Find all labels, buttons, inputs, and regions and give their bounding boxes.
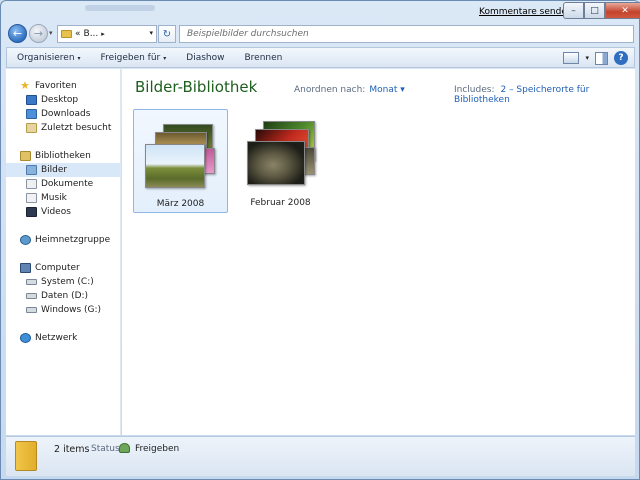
sidebar-item-label: Favoriten [35,81,77,91]
sidebar-item-pictures[interactable]: Bilder [6,163,121,177]
sidebar-item-label: Dokumente [41,179,94,189]
sidebar-item-drive-d[interactable]: Daten (D:) [6,289,121,303]
maximize-button[interactable]: □ [584,2,605,19]
drive-icon [26,307,37,313]
caption-buttons: – □ ✕ [563,2,640,19]
folder-item[interactable]: März 2008 [133,109,228,213]
sidebar-item-label: Computer [35,263,80,273]
sidebar-item-videos[interactable]: Videos [6,205,121,219]
forward-button[interactable]: → [29,24,48,43]
chevron-down-icon: ▾ [77,54,81,62]
recent-pages-dropdown[interactable]: ▾ [49,29,53,37]
libraries-icon [20,151,31,161]
close-button[interactable]: ✕ [605,2,640,19]
sidebar-item-downloads[interactable]: Downloads [6,107,121,121]
videos-icon [26,207,37,217]
explorer-window: Kommentare senden – □ ✕ ← → ▾ « B... ▸ ▾… [0,0,640,480]
desktop-icon [26,95,37,105]
pictures-icon [26,165,37,175]
address-bar[interactable]: « B... ▸ ▾ [57,25,157,43]
stacked-photo [246,141,305,185]
photo-stack-thumbnail [241,117,321,193]
folder-item-label: Februar 2008 [250,198,311,208]
sidebar-item-label: Desktop [41,95,79,105]
organize-label: Organisieren [17,52,75,63]
preview-pane-icon[interactable] [595,51,608,65]
music-icon [26,193,37,203]
window-title-blurred [85,5,155,11]
back-button[interactable]: ← [8,24,27,43]
burn-button[interactable]: Brennen [234,53,292,63]
help-icon[interactable]: ? [614,51,628,65]
arrange-dropdown[interactable]: Monat ▾ [369,85,404,95]
sidebar-item-music[interactable]: Musik [6,191,121,205]
command-bar: Organisieren ▾ Freigeben für ▾ Diashow Bre… [6,47,635,68]
documents-icon [26,179,37,189]
sidebar-item-label: Downloads [41,109,91,119]
folder-item-label: März 2008 [156,199,205,209]
shared-users-icon [119,443,130,453]
computer-icon [20,263,31,273]
address-prefix[interactable]: « [75,29,81,39]
drive-icon [26,279,37,285]
organize-button[interactable]: Organisieren ▾ [7,53,91,63]
minimize-button[interactable]: – [563,2,584,19]
downloads-icon [26,109,37,119]
search-input[interactable]: Beispielbilder durchsuchen [179,25,634,43]
star-icon: ★ [20,79,30,92]
share-label: Freigeben für [100,52,161,63]
share-button[interactable]: Freigeben für ▾ [91,53,177,63]
sidebar-item-label: Heimnetzgruppe [35,235,111,245]
library-folder-icon [15,441,37,471]
sidebar-item-label: Netzwerk [35,333,78,343]
stacked-photo [144,144,205,188]
sidebar-item-label: Videos [41,207,71,217]
sidebar-item-drive-g[interactable]: Windows (G:) [6,303,121,317]
status-value: Freigeben [135,444,180,454]
sidebar-item-label: System (C:) [41,277,94,287]
includes-info: Includes: 2 – Speicherorte für Bibliothek… [454,85,635,105]
sidebar-item-label: Musik [41,193,67,203]
status-label: Status: [91,444,123,454]
refresh-button[interactable]: ↻ [158,25,176,43]
view-controls: ▾ ? [563,51,628,65]
sidebar-item-label: Windows (G:) [41,305,102,315]
view-dropdown-icon[interactable]: ▾ [585,54,589,62]
drive-icon [26,293,37,299]
address-segment[interactable]: B... [84,29,99,39]
sidebar-item-label: Daten (D:) [41,291,89,301]
sidebar-item-documents[interactable]: Dokumente [6,177,121,191]
change-view-icon[interactable] [563,52,580,64]
feedback-link[interactable]: Kommentare senden [479,7,573,17]
sidebar-item-label: Bilder [41,165,68,175]
sidebar-item-libraries[interactable]: Bibliotheken [6,149,121,163]
sidebar-item-drive-c[interactable]: System (C:) [6,275,121,289]
sidebar-item-desktop[interactable]: Desktop [6,93,121,107]
recent-places-icon [26,123,37,133]
includes-label: Includes: [454,85,495,95]
sidebar-item-favorites[interactable]: ★ Favoriten [6,79,121,93]
page-title: Bilder-Bibliothek [135,78,258,96]
photo-stack-thumbnail [141,118,221,194]
folder-icon [61,30,72,38]
sidebar-item-homegroup[interactable]: Heimnetzgruppe [6,233,121,247]
address-separator-icon[interactable]: ▸ [101,30,105,38]
homegroup-icon [20,235,31,245]
folder-item[interactable]: Februar 2008 [233,109,328,213]
sidebar-item-label: Bibliotheken [35,151,91,161]
chevron-down-icon: ▾ [163,54,167,62]
item-count: 2 items [54,444,90,455]
navigation-pane: ★ Favoriten Desktop Downloads Zuletzt be… [6,69,121,435]
slideshow-button[interactable]: Diashow [176,53,234,63]
arrange-by: Anordnen nach: Monat ▾ [294,85,405,95]
sidebar-item-computer[interactable]: Computer [6,261,121,275]
address-dropdown-icon[interactable]: ▾ [149,29,153,37]
sidebar-item-recent[interactable]: Zuletzt besucht [6,121,121,135]
sidebar-item-network[interactable]: Netzwerk [6,331,121,345]
content-pane: Bilder-Bibliothek Anordnen nach: Monat ▾ … [122,69,635,435]
details-pane: 2 items Status: Freigeben [6,436,635,476]
network-icon [20,333,31,343]
arrange-label: Anordnen nach: [294,85,366,95]
sidebar-item-label: Zuletzt besucht [41,123,112,133]
